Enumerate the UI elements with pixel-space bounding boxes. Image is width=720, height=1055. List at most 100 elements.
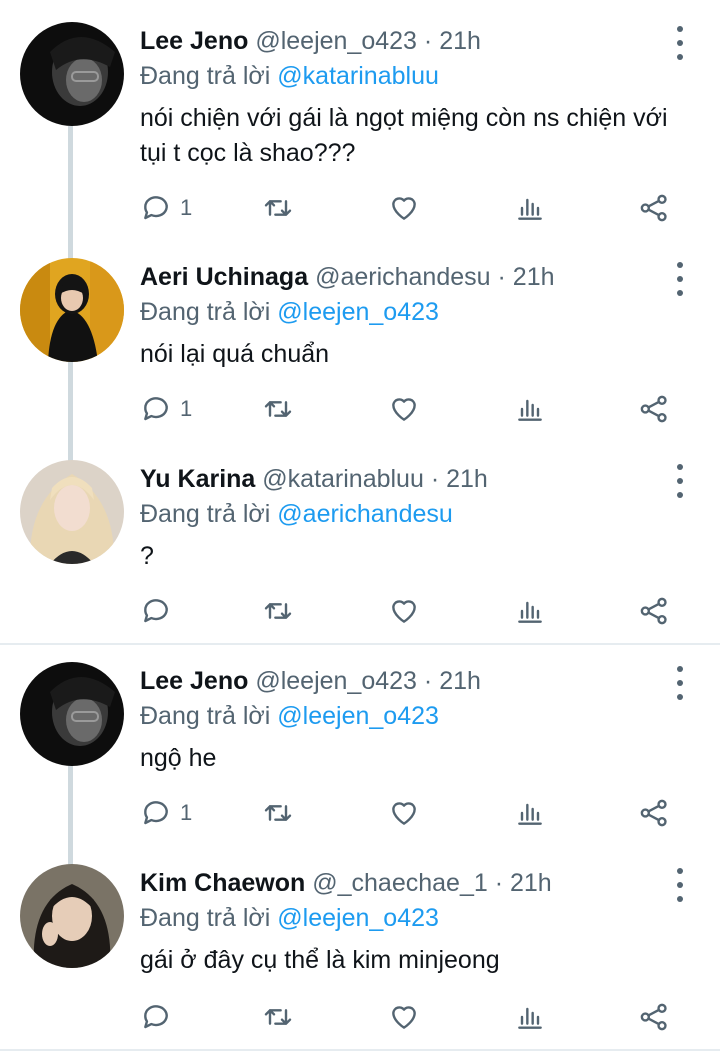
avatar[interactable] — [20, 864, 124, 968]
retweet-icon — [264, 200, 292, 216]
author-name[interactable]: Kim Chaewon — [140, 869, 305, 897]
analytics-button[interactable] — [514, 188, 546, 228]
like-button[interactable] — [388, 591, 420, 631]
tweet[interactable]: Lee Jeno @leejen_o423 · 21h Đang trả lời… — [0, 0, 720, 240]
replying-to: Đang trả lời @leejen_o423 — [140, 901, 690, 935]
heart-icon — [392, 398, 416, 421]
replying-to-mention[interactable]: @leejen_o423 — [277, 904, 439, 932]
timestamp[interactable]: 21h — [439, 27, 481, 55]
tweet-text: ? — [140, 542, 154, 570]
tweet[interactable]: Yu Karina @katarinabluu · 21h Đang trả l… — [0, 438, 720, 645]
like-button[interactable] — [388, 188, 420, 228]
retweet-button[interactable] — [262, 188, 294, 228]
tweet-header: Aeri Uchinaga @aerichandesu · 21h — [140, 260, 690, 294]
tweet-text: nói chiện với gái là ngọt miệng còn ns c… — [140, 104, 668, 167]
avatar[interactable] — [20, 22, 124, 126]
more-options-icon[interactable] — [668, 868, 692, 902]
like-button[interactable] — [388, 389, 420, 429]
reply-button[interactable]: 1 — [140, 793, 192, 833]
separator-dot: · — [423, 667, 433, 695]
author-name[interactable]: Aeri Uchinaga — [140, 263, 308, 291]
retweet-button[interactable] — [262, 591, 294, 631]
tweet-text: ngộ he — [140, 744, 217, 772]
action-bar — [140, 997, 696, 1037]
author-handle[interactable]: @katarinabluu — [262, 465, 424, 493]
reply-button[interactable]: 1 — [140, 389, 192, 429]
reply-icon — [144, 196, 168, 220]
timestamp[interactable]: 21h — [439, 667, 481, 695]
replying-to: Đang trả lời @katarinabluu — [140, 59, 690, 93]
replying-to-label: Đang trả lời — [140, 904, 271, 932]
share-button[interactable] — [638, 188, 670, 228]
reply-button[interactable]: 1 — [140, 188, 192, 228]
more-options-icon[interactable] — [668, 464, 692, 498]
separator-dot: · — [423, 27, 433, 55]
analytics-icon — [518, 1007, 542, 1029]
reply-count: 1 — [180, 396, 193, 421]
avatar[interactable] — [20, 258, 124, 362]
replying-to: Đang trả lời @leejen_o423 — [140, 295, 690, 329]
separator-dot: · — [497, 263, 506, 291]
author-name[interactable]: Lee Jeno — [140, 667, 248, 695]
action-bar — [140, 591, 696, 631]
more-options-icon[interactable] — [668, 666, 692, 700]
timestamp[interactable]: 21h — [513, 263, 555, 291]
reply-icon — [144, 397, 168, 421]
like-button[interactable] — [388, 997, 420, 1037]
reply-count: 1 — [180, 195, 193, 220]
tweet-header: Yu Karina @katarinabluu · 21h — [140, 462, 690, 496]
share-button[interactable] — [638, 389, 670, 429]
reply-button[interactable] — [140, 997, 180, 1037]
tweet-header: Lee Jeno @leejen_o423 · 21h — [140, 664, 690, 698]
retweet-button[interactable] — [262, 793, 294, 833]
author-handle[interactable]: @leejen_o423 — [255, 667, 417, 695]
reply-icon — [144, 599, 168, 623]
replying-to: Đang trả lời @leejen_o423 — [140, 699, 690, 733]
replying-to-label: Đang trả lời — [140, 298, 271, 326]
replying-to-label: Đang trả lời — [140, 702, 271, 730]
analytics-button[interactable] — [514, 389, 546, 429]
action-bar: 1 — [140, 188, 696, 228]
tweet[interactable]: Aeri Uchinaga @aerichandesu · 21h Đang t… — [0, 236, 720, 438]
retweet-button[interactable] — [262, 997, 294, 1037]
author-handle[interactable]: @aerichandesu — [315, 263, 491, 291]
author-name[interactable]: Lee Jeno — [140, 27, 248, 55]
tweet-header: Kim Chaewon @_chaechae_1 · 21h — [140, 866, 690, 900]
share-icon — [640, 194, 667, 222]
timestamp[interactable]: 21h — [510, 869, 552, 897]
analytics-button[interactable] — [514, 591, 546, 631]
analytics-button[interactable] — [514, 997, 546, 1037]
reply-button[interactable] — [140, 591, 180, 631]
more-options-icon[interactable] — [668, 26, 692, 60]
tweet[interactable]: Kim Chaewon @_chaechae_1 · 21h Đang trả … — [0, 842, 720, 1051]
replying-to-mention[interactable]: @aerichandesu — [277, 500, 453, 528]
share-icon — [640, 799, 667, 827]
avatar[interactable] — [20, 662, 124, 766]
author-name[interactable]: Yu Karina — [140, 465, 255, 493]
share-button[interactable] — [638, 997, 670, 1037]
timestamp[interactable]: 21h — [446, 465, 488, 493]
tweet-text: gái ở đây cụ thể là kim minjeong — [140, 946, 500, 974]
tweet[interactable]: Lee Jeno @leejen_o423 · 21h Đang trả lời… — [0, 640, 720, 842]
share-icon — [640, 597, 667, 625]
retweet-icon — [264, 1009, 292, 1025]
analytics-icon — [518, 803, 542, 825]
reply-icon — [144, 1005, 168, 1029]
retweet-button[interactable] — [262, 389, 294, 429]
analytics-icon — [518, 198, 542, 220]
replying-to-mention[interactable]: @leejen_o423 — [277, 702, 439, 730]
share-button[interactable] — [638, 591, 670, 631]
like-button[interactable] — [388, 793, 420, 833]
replying-to-label: Đang trả lời — [140, 500, 271, 528]
replying-to-mention[interactable]: @katarinabluu — [277, 62, 439, 90]
analytics-icon — [518, 601, 542, 623]
share-button[interactable] — [638, 793, 670, 833]
separator-dot: · — [494, 869, 504, 897]
author-handle[interactable]: @_chaechae_1 — [312, 869, 488, 897]
avatar[interactable] — [20, 460, 124, 564]
analytics-button[interactable] — [514, 793, 546, 833]
more-options-icon[interactable] — [668, 262, 692, 296]
author-handle[interactable]: @leejen_o423 — [255, 27, 417, 55]
separator-dot: · — [430, 465, 440, 493]
replying-to-mention[interactable]: @leejen_o423 — [277, 298, 439, 326]
